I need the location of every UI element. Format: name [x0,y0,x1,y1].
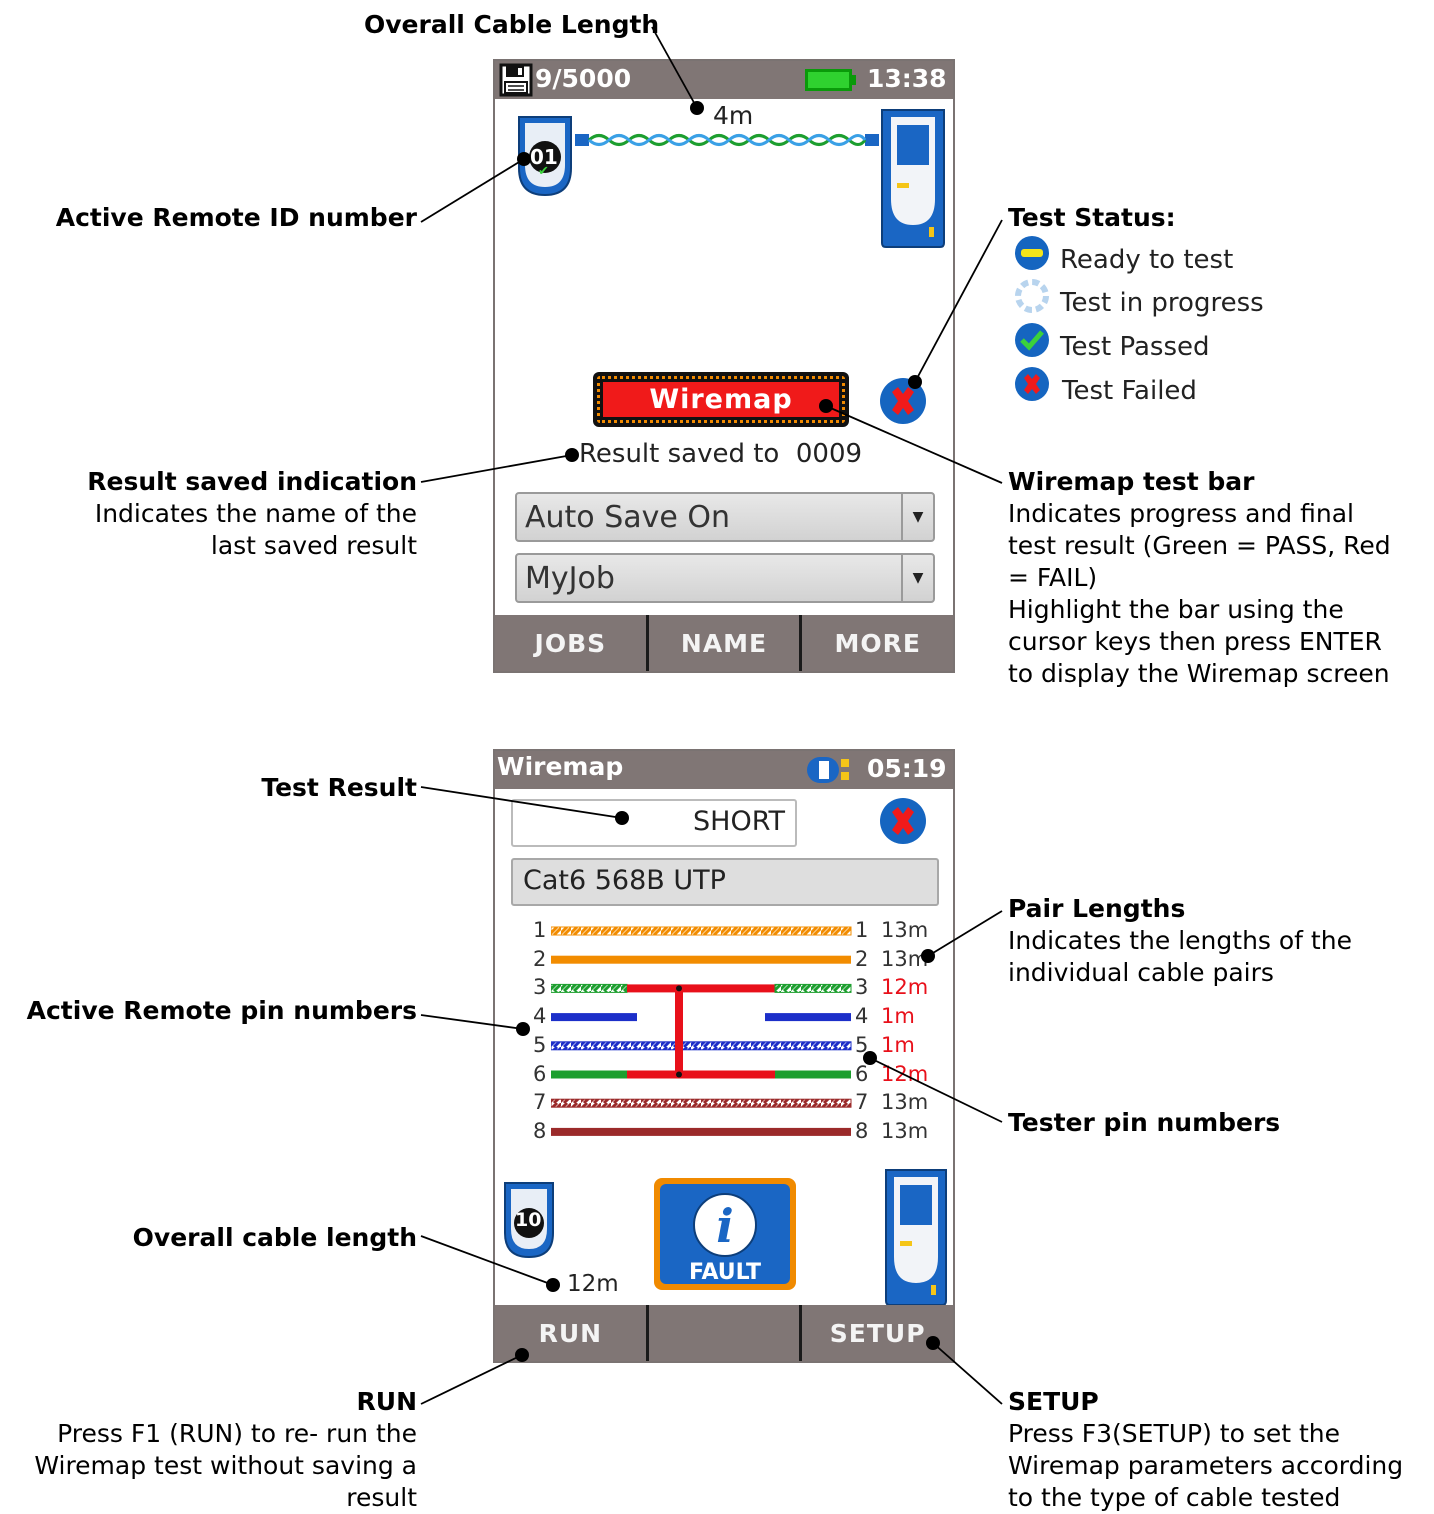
callout-pair-lengths-title: Pair Lengths [1008,894,1186,923]
callout-run-title: RUN [356,1387,417,1416]
callout-active-remote-id: Active Remote ID number [55,203,417,232]
callout-setup-line: Press F3(SETUP) to set the [1008,1419,1341,1448]
callout-wiremap-bar-line: Indicates progress and final [1008,499,1354,528]
callout-active-remote-pins: Active Remote pin numbers [26,996,417,1025]
callout-pair-lengths: Pair Lengths Indicates the lengths of th… [1008,893,1352,989]
status-failed-label: Test Failed [1062,376,1197,406]
callout-wiremap-bar-line: = FAIL) [1008,563,1098,592]
callout-wiremap-bar-line: Highlight the bar using the [1008,595,1344,624]
callout-overall-cable-length: Overall Cable Length [364,10,660,39]
callout-tester-pins: Tester pin numbers [1008,1108,1281,1137]
status-progress-label: Test in progress [1060,288,1264,318]
callout-wiremap-bar-line: to display the Wiremap screen [1008,659,1390,688]
callout-run: RUN Press F1 (RUN) to re- run the Wirema… [34,1386,417,1514]
callout-wiremap-bar-line: test result (Green = PASS, Red [1008,531,1391,560]
callout-overall-cable-length-2: Overall cable length [132,1223,417,1252]
callout-setup-title: SETUP [1008,1387,1099,1416]
callout-pair-lengths-line: Indicates the lengths of the [1008,926,1352,955]
callout-run-line: Wiremap test without saving a [34,1451,417,1480]
callout-result-saved-title: Result saved indication [87,467,417,496]
callout-test-status: Test Status: [1008,203,1176,232]
callout-pair-lengths-line: individual cable pairs [1008,958,1274,987]
callout-wiremap-bar-line: cursor keys then press ENTER [1008,627,1382,656]
callout-result-saved-line: Indicates the name of the [94,499,417,528]
callout-run-line: Press F1 (RUN) to re- run the [57,1419,417,1448]
callout-wiremap-bar: Wiremap test bar Indicates progress and … [1008,466,1391,690]
callout-test-result: Test Result [261,773,417,802]
callout-result-saved: Result saved indication Indicates the na… [87,466,417,562]
ready-to-test-icon [1015,236,1049,270]
callout-run-line: result [346,1483,417,1512]
test-passed-icon [1015,323,1049,357]
status-passed-label: Test Passed [1060,332,1210,362]
callout-wiremap-bar-title: Wiremap test bar [1008,467,1255,496]
test-failed-icon [1015,367,1049,401]
test-in-progress-icon [1015,279,1049,313]
callout-setup-line: to the type of cable tested [1008,1483,1341,1512]
callout-result-saved-line: last saved result [210,531,417,560]
callout-setup: SETUP Press F3(SETUP) to set the Wiremap… [1008,1386,1403,1514]
status-ready-label: Ready to test [1060,245,1234,275]
callout-setup-line: Wiremap parameters according [1008,1451,1404,1480]
